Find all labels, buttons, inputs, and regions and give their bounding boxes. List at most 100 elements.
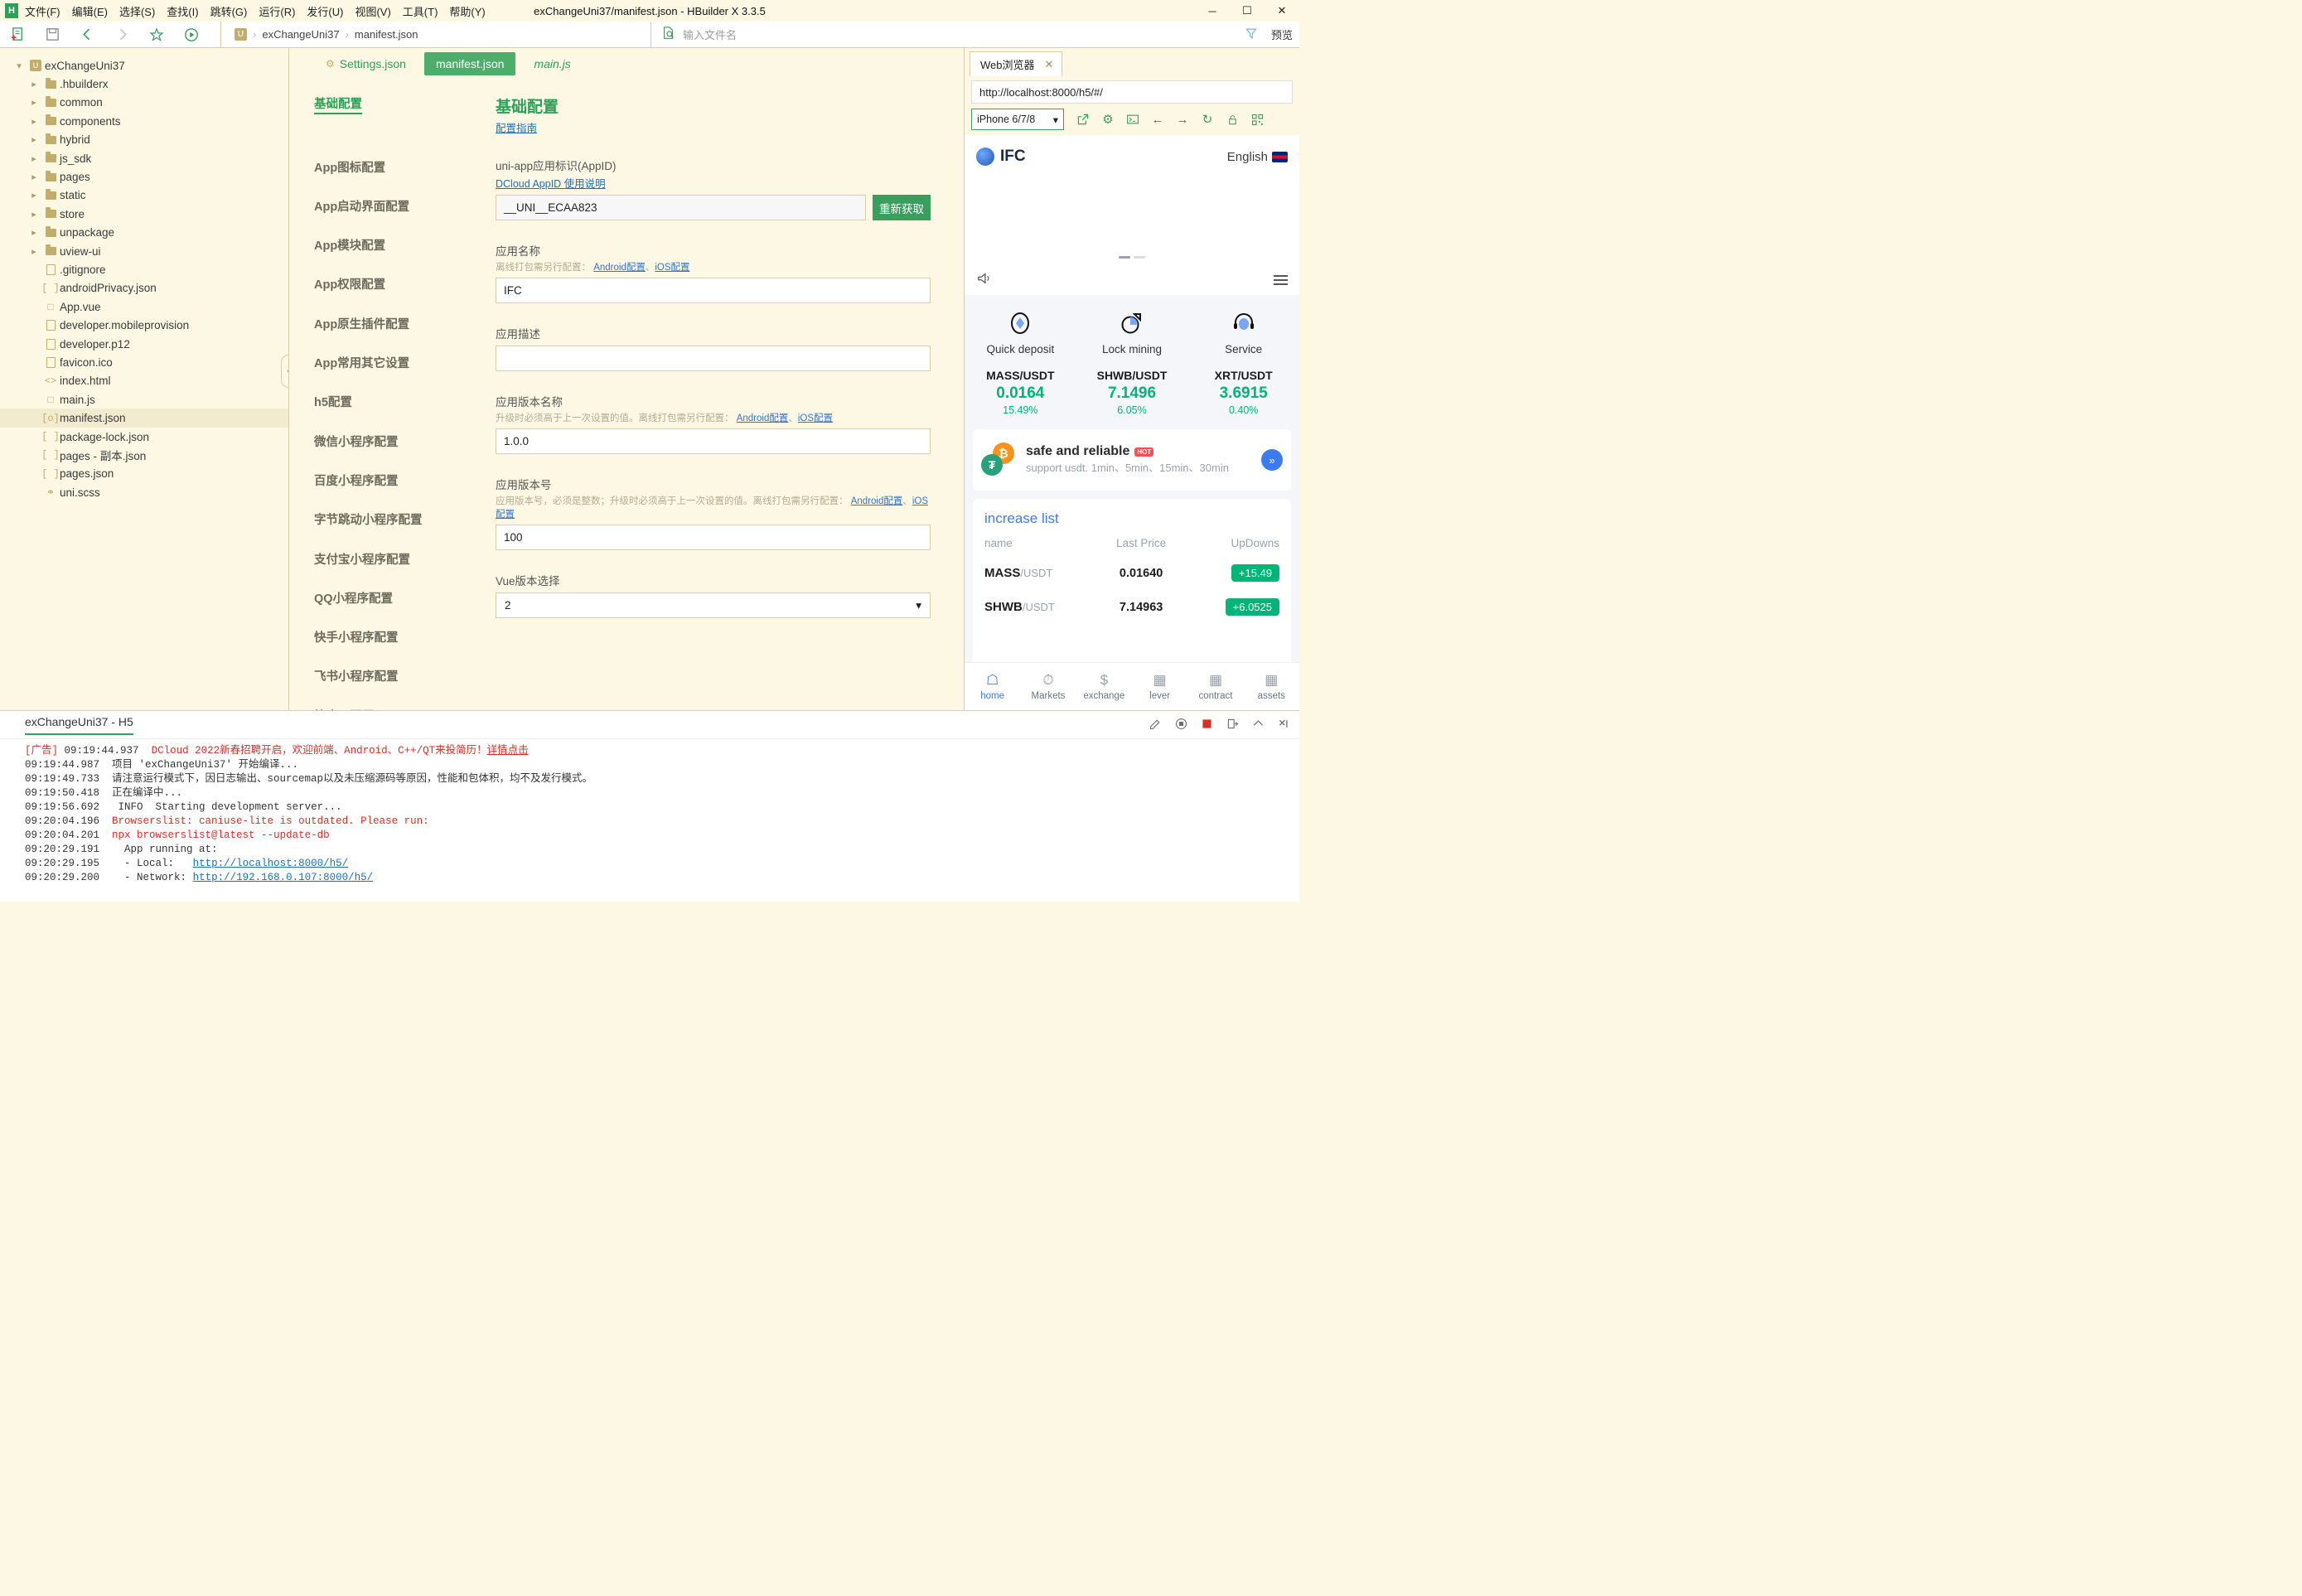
run-icon[interactable] <box>178 23 205 46</box>
forward-icon[interactable] <box>109 23 135 46</box>
menu-item-help[interactable]: 帮助(Y) <box>449 3 485 19</box>
versioncode-input[interactable]: 100 <box>496 525 931 550</box>
manifest-nav-list[interactable]: 基础配置 App图标配置 App启动界面配置 App模块配置 App权限配置 App原生插… <box>289 80 457 710</box>
menu-bar[interactable]: 文件(F) 编辑(E) 选择(S) 查找(I) 跳转(G) 运行(R) 发行(U… <box>25 3 486 19</box>
menu-item-goto[interactable]: 跳转(G) <box>210 3 248 19</box>
language-switcher[interactable]: English <box>1227 150 1288 164</box>
maximize-button[interactable]: ☐ <box>1230 0 1265 22</box>
tab-settings-json[interactable]: ⚙ Settings.json <box>314 52 418 75</box>
chevron-right-icon[interactable]: ▸ <box>27 172 41 182</box>
tree-item-favicon-ico[interactable]: favicon.ico <box>0 353 288 371</box>
manifest-nav-快手小程序配置[interactable]: 快手小程序配置 <box>314 628 457 646</box>
console-icon[interactable] <box>1120 109 1145 130</box>
manifest-nav-飞书小程序配置[interactable]: 飞书小程序配置 <box>314 667 457 684</box>
tree-item-pages-json[interactable]: [ ] pages - 副本.json <box>0 446 288 464</box>
tab-manifest-json[interactable]: manifest.json <box>423 52 516 75</box>
close-icon[interactable] <box>1277 717 1291 733</box>
tree-item-pages-json[interactable]: [ ] pages.json <box>0 465 288 483</box>
settings-gear-icon[interactable]: ⚙ <box>1095 109 1120 130</box>
collapse-icon[interactable] <box>1251 717 1265 733</box>
chevron-right-icon[interactable]: ▸ <box>27 227 41 238</box>
tree-item-common[interactable]: ▸ common <box>0 94 288 112</box>
editor-tab-bar[interactable]: ⚙ Settings.json manifest.json main.js <box>289 48 964 80</box>
app-tab-Markets[interactable]: ⏱ Markets <box>1020 663 1076 710</box>
quick-action-service[interactable]: Service XRT/USDT 3.6915 0.40% <box>1187 307 1299 416</box>
back-icon[interactable] <box>74 23 100 46</box>
star-icon[interactable] <box>143 23 170 46</box>
chevron-right-icon[interactable]: ▸ <box>27 209 41 220</box>
tree-item-unpackage[interactable]: ▸ unpackage <box>0 224 288 242</box>
regenerate-appid-button[interactable]: 重新获取 <box>873 195 931 220</box>
minimize-button[interactable]: ─ <box>1195 0 1230 22</box>
tree-item-androidprivacy-json[interactable]: [ ] androidPrivacy.json <box>0 279 288 297</box>
chevron-right-icon[interactable]: ▸ <box>27 246 41 257</box>
promo-card[interactable]: ₿ ₮ safe and reliable HOT support usdt. … <box>973 429 1291 491</box>
app-banner[interactable] <box>965 178 1299 265</box>
menu-item-tools[interactable]: 工具(T) <box>403 3 438 19</box>
manifest-nav-字节跳动小程序配置[interactable]: 字节跳动小程序配置 <box>314 510 457 528</box>
chevron-right-icon[interactable]: ▸ <box>27 79 41 89</box>
vueversion-select[interactable]: 2 ▾ <box>496 592 931 618</box>
new-file-icon[interactable] <box>4 23 31 46</box>
file-search[interactable]: 输入文件名 <box>650 21 737 48</box>
manifest-nav-App图标配置[interactable]: App图标配置 <box>314 158 457 176</box>
manifest-nav-h5配置[interactable]: h5配置 <box>314 393 457 410</box>
tree-item-uni-scss[interactable]: ⚭ uni.scss <box>0 483 288 501</box>
menu-item-view[interactable]: 视图(V) <box>355 3 390 19</box>
console-tools[interactable] <box>1149 717 1291 733</box>
chevron-down-icon[interactable]: ▾ <box>12 60 27 71</box>
menu-item-run[interactable]: 运行(R) <box>259 3 295 19</box>
preview-button[interactable]: 预览 <box>1271 27 1293 42</box>
browser-tab-row[interactable]: Web浏览器 ✕ <box>965 48 1299 76</box>
device-select[interactable]: iPhone 6/7/8 ▾ <box>971 109 1064 130</box>
chevron-right-icon[interactable]: ▸ <box>27 97 41 108</box>
banner-dot[interactable] <box>1134 256 1145 259</box>
appid-input[interactable]: __UNI__ECAA823 <box>496 195 866 220</box>
chevron-right-icon[interactable]: ▸ <box>27 116 41 127</box>
lock-icon[interactable] <box>1220 109 1245 130</box>
qrcode-icon[interactable] <box>1245 109 1269 130</box>
app-tab-assets[interactable]: ▦ assets <box>1244 663 1299 710</box>
manifest-nav-App权限配置[interactable]: App权限配置 <box>314 275 457 293</box>
tree-item--hbuilderx[interactable]: ▸ .hbuilderx <box>0 75 288 93</box>
browser-url-input[interactable]: http://localhost:8000/h5/#/ <box>971 80 1293 104</box>
tree-item-package-lock-json[interactable]: [ ] package-lock.json <box>0 428 288 446</box>
appdesc-input[interactable] <box>496 346 931 371</box>
app-tab-contract[interactable]: ▦ contract <box>1187 663 1243 710</box>
table-row[interactable]: MASS/USDT 0.01640 +15.49 <box>973 556 1291 590</box>
table-row[interactable]: SHWB/USDT 7.14963 +6.0525 <box>973 590 1291 624</box>
quick-action-lock-mining[interactable]: Lock mining SHWB/USDT 7.1496 6.05% <box>1076 307 1188 416</box>
menu-item-file[interactable]: 文件(F) <box>25 3 60 19</box>
tree-item--gitignore[interactable]: .gitignore <box>0 260 288 278</box>
reload-icon[interactable]: ↻ <box>1195 109 1220 130</box>
console-ad-link[interactable]: 详情点击 <box>487 745 529 757</box>
close-button[interactable]: ✕ <box>1265 0 1299 22</box>
config-guide-link[interactable]: 配置指南 <box>496 123 537 134</box>
app-tab-exchange[interactable]: $ exchange <box>1076 663 1132 710</box>
tree-item-manifest-json[interactable]: [o] manifest.json <box>0 409 288 428</box>
app-tab-lever[interactable]: ▦ lever <box>1132 663 1187 710</box>
tab-main-js[interactable]: main.js <box>522 52 582 75</box>
tree-root-exchangeuni37[interactable]: ▾ U exChangeUni37 <box>0 56 288 75</box>
tree-item-main-js[interactable]: □ main.js <box>0 390 288 409</box>
window-controls[interactable]: ─ ☐ ✕ <box>1195 0 1299 22</box>
menu-icon[interactable] <box>1274 275 1288 285</box>
promo-arrow-icon[interactable]: » <box>1261 449 1283 471</box>
forward-arrow-icon[interactable]: → <box>1170 109 1195 130</box>
versionname-ios-link[interactable]: iOS配置 <box>798 414 833 423</box>
chevron-right-icon[interactable]: ▸ <box>27 134 41 145</box>
dcloud-appid-help-link[interactable]: DCloud AppID 使用说明 <box>496 178 606 190</box>
tree-item-pages[interactable]: ▸ pages <box>0 167 288 186</box>
tree-item-js-sdk[interactable]: ▸ js_sdk <box>0 149 288 167</box>
manifest-nav-支付宝小程序配置[interactable]: 支付宝小程序配置 <box>314 550 457 568</box>
breadcrumb-project[interactable]: exChangeUni37 <box>262 28 339 41</box>
close-icon[interactable]: ✕ <box>1045 58 1054 71</box>
tree-item-developer-mobileprovision[interactable]: developer.mobileprovision <box>0 316 288 334</box>
console-url-link[interactable]: http://localhost:8000/h5/ <box>193 858 349 869</box>
menu-item-publish[interactable]: 发行(U) <box>307 3 343 19</box>
manifest-nav-基础配置[interactable]: 基础配置 <box>314 94 457 136</box>
breadcrumb-file[interactable]: manifest.json <box>355 28 418 41</box>
console-tab[interactable]: exChangeUni37 - H5 <box>25 715 133 735</box>
appname-ios-link[interactable]: iOS配置 <box>655 263 689 273</box>
app-tab-bar[interactable]: ☖ home ⏱ Markets $ exchange ▦ lever ▦ contract ▦ as… <box>965 662 1299 710</box>
